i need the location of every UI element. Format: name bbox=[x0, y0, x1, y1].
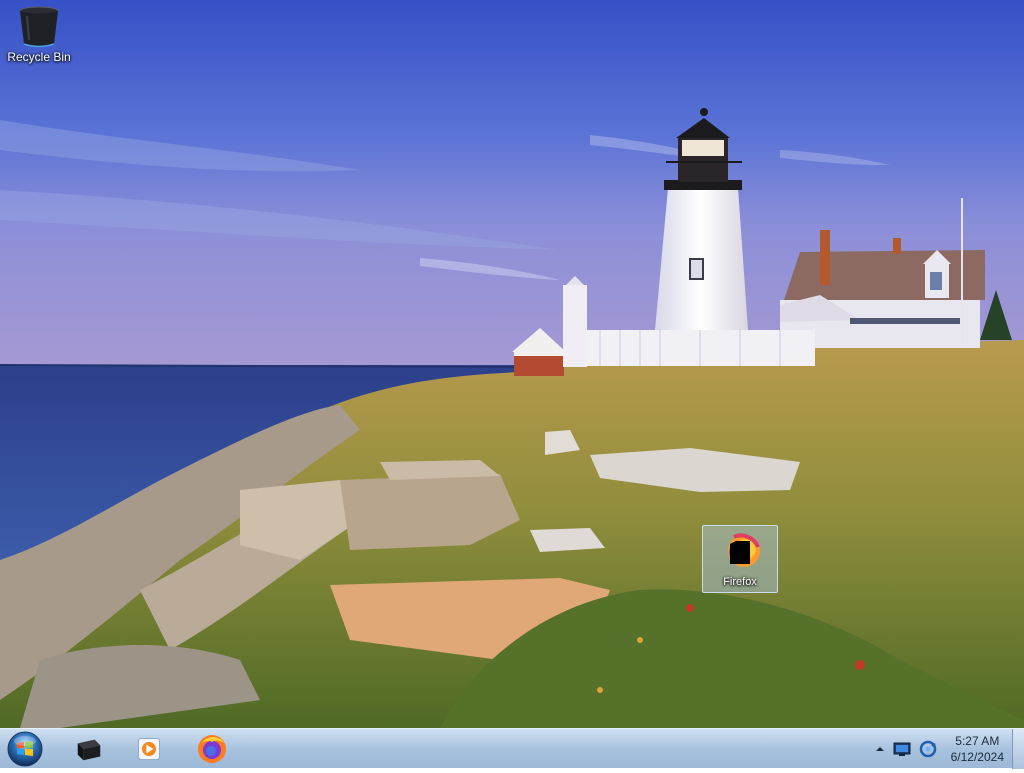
desktop-icon-recycle-bin[interactable]: Recycle Bin bbox=[1, 4, 77, 64]
clock-date: 6/12/2024 bbox=[950, 750, 1004, 764]
desktop-icon-firefox[interactable]: Firefox bbox=[702, 525, 778, 593]
firefox-icon bbox=[198, 735, 226, 763]
network-icon[interactable] bbox=[893, 741, 911, 757]
desktop[interactable]: Recycle Bin Firefox bbox=[0, 0, 1024, 728]
update-icon[interactable] bbox=[919, 740, 937, 758]
desktop-icon-label: Recycle Bin bbox=[7, 50, 71, 64]
clock[interactable]: 5:27 AM 6/12/2024 bbox=[951, 733, 1004, 765]
firefox-shortcut-icon bbox=[718, 529, 762, 573]
wallpaper-lighthouse bbox=[0, 0, 1024, 728]
taskbar: 5:27 AM 6/12/2024 bbox=[0, 728, 1024, 769]
clock-time: 5:27 AM bbox=[955, 734, 1000, 748]
taskbar-app-terminal[interactable] bbox=[64, 731, 114, 767]
start-button[interactable] bbox=[6, 730, 44, 768]
system-tray: 5:27 AM 6/12/2024 bbox=[875, 729, 1010, 769]
show-desktop-button[interactable] bbox=[1012, 729, 1024, 769]
terminal-icon bbox=[77, 739, 101, 761]
recycle-bin-icon bbox=[17, 4, 61, 48]
show-hidden-icons-arrow[interactable] bbox=[875, 744, 885, 754]
windows-orb-icon bbox=[7, 731, 43, 767]
taskbar-app-media-player[interactable] bbox=[124, 731, 174, 767]
media-player-icon bbox=[138, 738, 160, 760]
desktop-icon-label: Firefox bbox=[723, 576, 757, 588]
taskbar-app-firefox[interactable] bbox=[187, 731, 237, 767]
